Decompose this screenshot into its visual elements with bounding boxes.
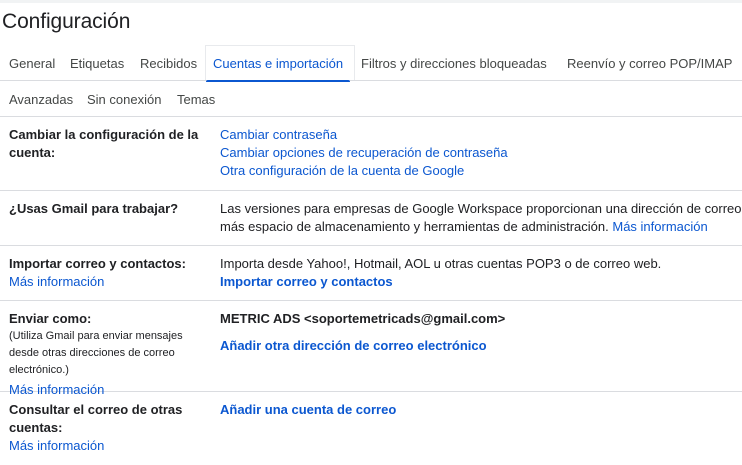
section-gmail-for-work: ¿Usas Gmail para trabajar? Las versiones…: [0, 191, 742, 246]
settings-tabs-row-2: Avanzadas Sin conexión Temas: [0, 81, 742, 117]
import-mail-label-block: Importar correo y contactos: Más informa…: [9, 255, 209, 291]
gmail-for-work-text: Las versiones para empresas de Google Wo…: [220, 200, 742, 236]
import-mail-label: Importar correo y contactos:: [9, 256, 186, 271]
import-mail-contacts-link[interactable]: Importar correo y contactos: [220, 273, 742, 291]
tab-filters-blocked[interactable]: Filtros y direcciones bloqueadas: [361, 45, 547, 81]
check-mail-content: Añadir una cuenta de correo: [220, 401, 742, 419]
change-password-link[interactable]: Cambiar contraseña: [220, 126, 742, 144]
tab-themes[interactable]: Temas: [177, 81, 215, 117]
import-mail-content: Importa desde Yahoo!, Hotmail, AOL u otr…: [220, 255, 742, 291]
tab-forwarding-pop-imap[interactable]: Reenvío y correo POP/IMAP: [567, 45, 732, 81]
settings-tabs-row-1: General Etiquetas Recibidos Cuentas e im…: [0, 45, 742, 82]
tab-accounts-import[interactable]: Cuentas e importación: [205, 45, 351, 82]
section-import-mail: Importar correo y contactos: Más informa…: [0, 246, 742, 301]
tab-inbox[interactable]: Recibidos: [140, 45, 197, 81]
tab-offline[interactable]: Sin conexión: [87, 81, 161, 117]
check-mail-label-block: Consultar el correo de otras cuentas: Má…: [9, 401, 204, 455]
top-divider: [0, 0, 742, 3]
add-email-address-link[interactable]: Añadir otra dirección de correo electrón…: [220, 337, 742, 355]
import-description: Importa desde Yahoo!, Hotmail, AOL u otr…: [220, 256, 662, 271]
send-as-label-block: Enviar como: (Utiliza Gmail para enviar …: [9, 310, 209, 399]
account-settings-label: Cambiar la configuración de la cuenta:: [9, 127, 199, 160]
page-title: Configuración: [2, 10, 131, 33]
gmail-for-work-label: ¿Usas Gmail para trabajar?: [9, 201, 179, 216]
check-mail-more-info-link[interactable]: Más información: [9, 438, 104, 453]
account-settings-links: Cambiar contraseña Cambiar opciones de r…: [220, 126, 742, 180]
import-more-info-link[interactable]: Más información: [9, 274, 104, 289]
change-recovery-options-link[interactable]: Cambiar opciones de recuperación de cont…: [220, 144, 742, 162]
section-check-mail-other-accounts: Consultar el correo de otras cuentas: Má…: [0, 392, 742, 465]
section-account-settings: Cambiar la configuración de la cuenta: C…: [0, 117, 742, 191]
tab-advanced[interactable]: Avanzadas: [9, 81, 73, 117]
send-as-address: METRIC ADS <soportemetricads@gmail.com>: [220, 311, 506, 326]
send-as-content: METRIC ADS <soportemetricads@gmail.com> …: [220, 310, 742, 355]
add-mail-account-link[interactable]: Añadir una cuenta de correo: [220, 401, 742, 419]
check-mail-label: Consultar el correo de otras cuentas:: [9, 402, 183, 435]
tab-general[interactable]: General: [9, 45, 55, 81]
other-google-account-settings-link[interactable]: Otra configuración de la cuenta de Googl…: [220, 162, 742, 180]
send-as-label: Enviar como:: [9, 311, 92, 326]
send-as-note: (Utiliza Gmail para enviar mensajes desd…: [9, 330, 183, 376]
workspace-more-info-link[interactable]: Más información: [612, 219, 707, 234]
tab-labels[interactable]: Etiquetas: [70, 45, 124, 81]
workspace-description-line-2: más espacio de almacenamiento y herramie…: [220, 219, 609, 234]
section-send-as: Enviar como: (Utiliza Gmail para enviar …: [0, 301, 742, 397]
workspace-description-line-1: Las versiones para empresas de Google Wo…: [220, 201, 742, 216]
